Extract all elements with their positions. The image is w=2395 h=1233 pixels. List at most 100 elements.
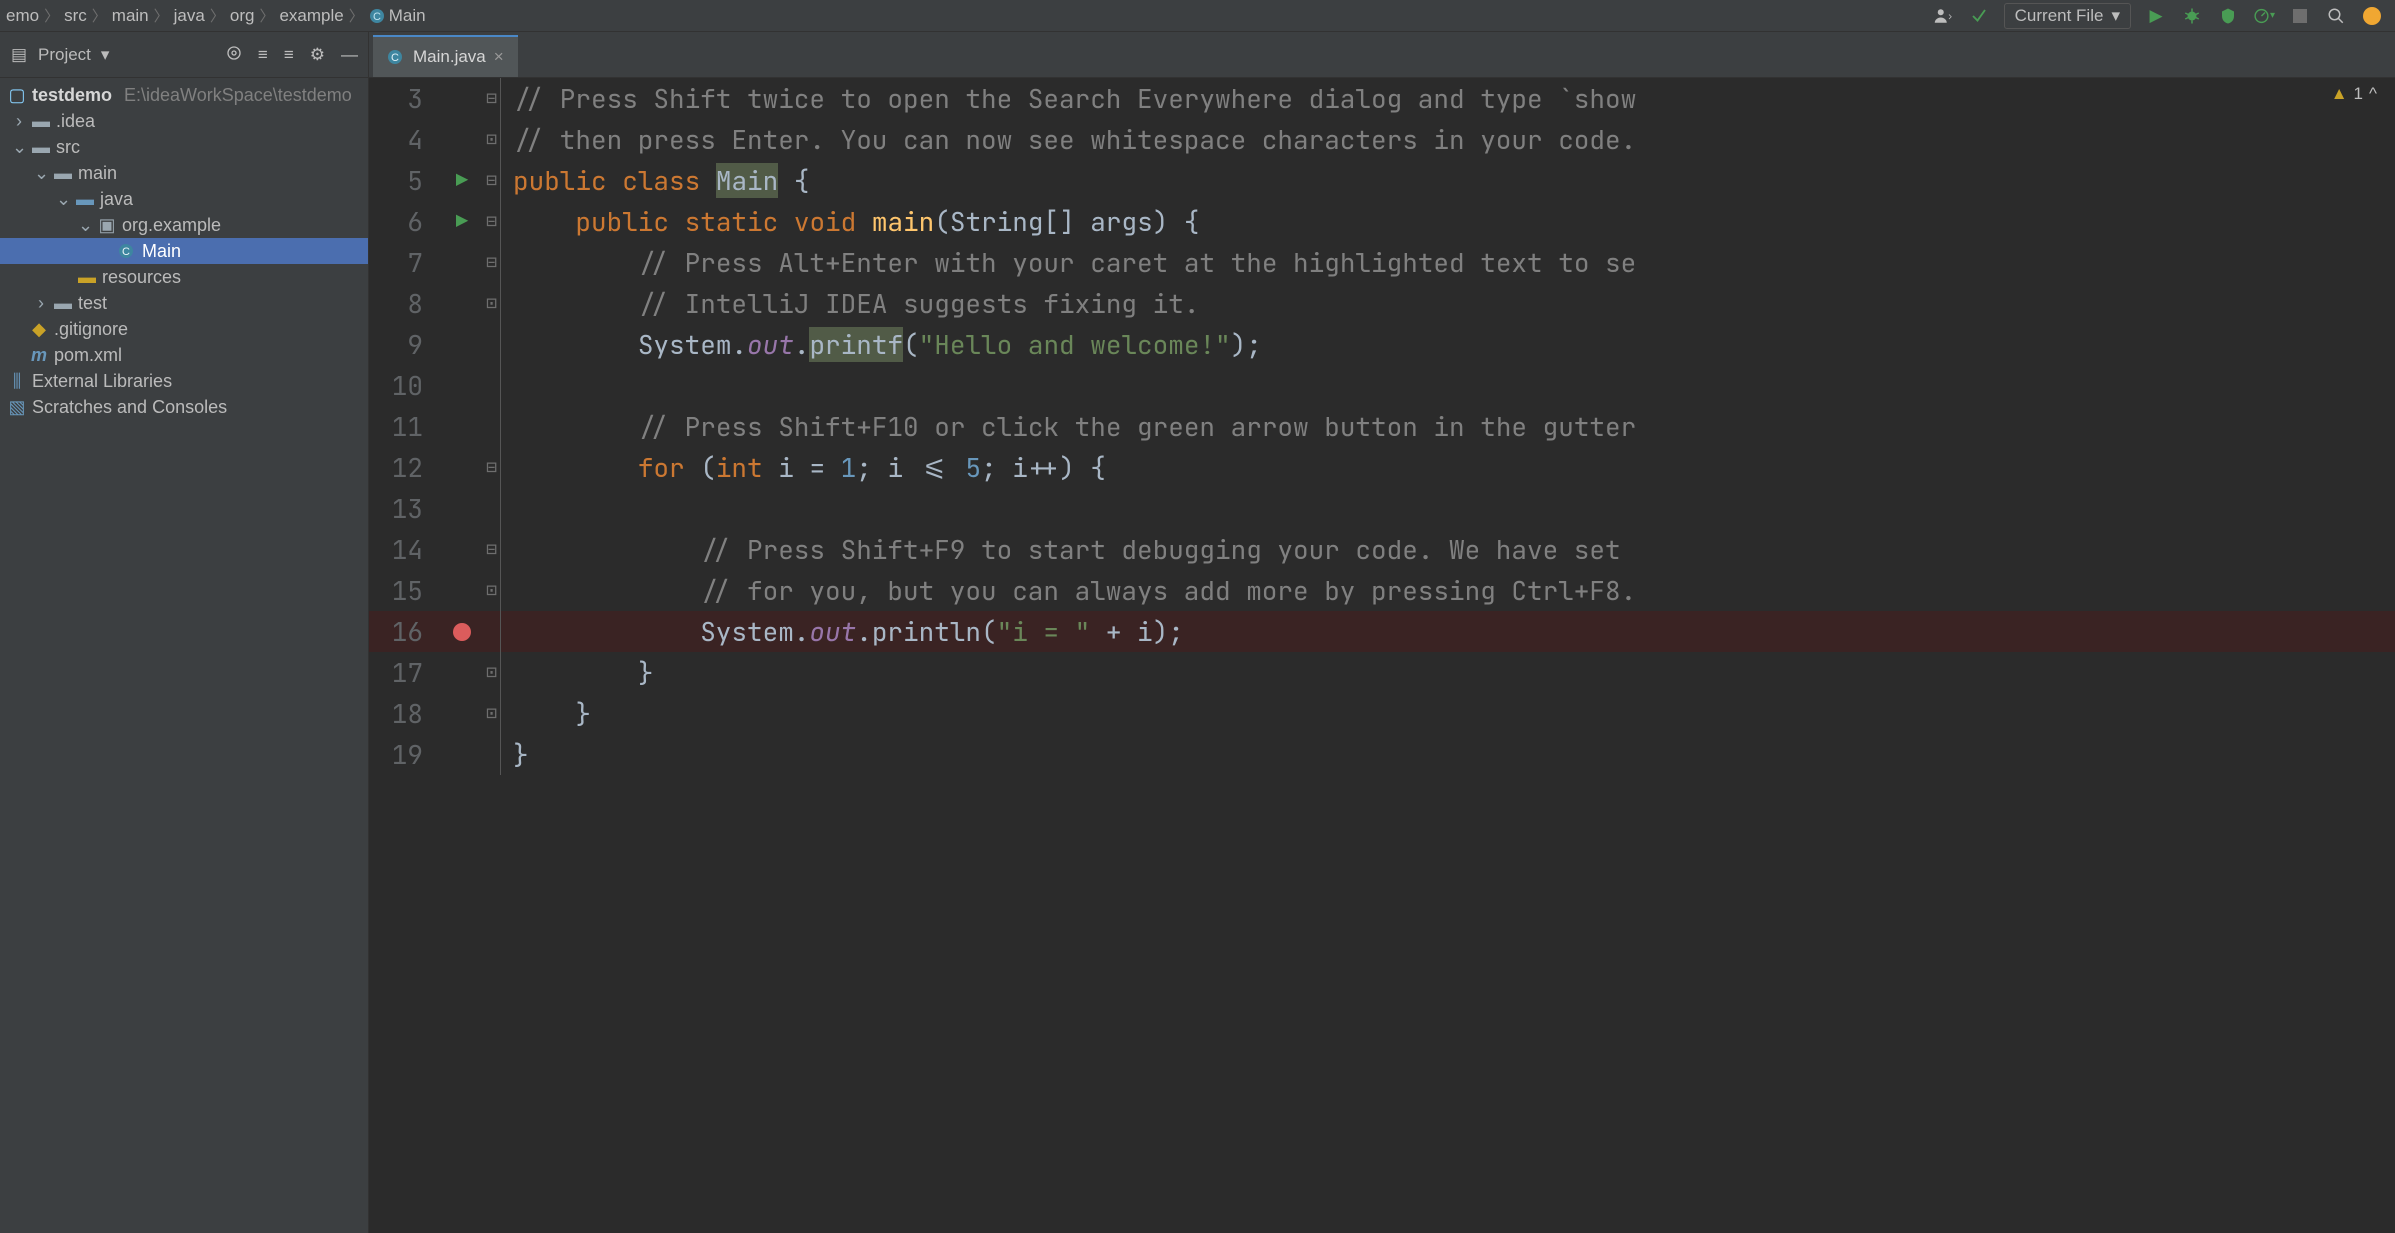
coverage-icon[interactable] <box>2217 5 2239 27</box>
tab-main-java[interactable]: C Main.java × <box>373 35 518 77</box>
tree-idea[interactable]: › ▬ .idea <box>0 108 368 134</box>
breadcrumb-java[interactable]: java <box>174 6 205 26</box>
fold-gutter[interactable]: ⊟ <box>483 529 501 570</box>
tree-gitignore[interactable]: ◆ .gitignore <box>0 316 368 342</box>
line-number[interactable]: 14 <box>369 529 441 570</box>
resources-folder-icon: ▬ <box>78 267 96 288</box>
line-number[interactable]: 6 <box>369 201 441 242</box>
svg-text:C: C <box>373 11 381 23</box>
ide-settings-icon[interactable] <box>2361 5 2383 27</box>
tree-scratches[interactable]: ▧ Scratches and Consoles <box>0 394 368 420</box>
debug-icon[interactable] <box>2181 5 2203 27</box>
fold-gutter[interactable]: ⊟ <box>483 78 501 119</box>
tree-external-libraries[interactable]: ⫼ External Libraries <box>0 368 368 394</box>
chevron-down-icon[interactable]: ▾ <box>101 45 110 65</box>
chevron-down-icon: ▾ <box>2111 6 2120 26</box>
code-comment: // Press Shift+F9 to start debugging you… <box>700 532 1620 567</box>
tree-label: main <box>78 163 117 184</box>
build-icon[interactable] <box>1968 5 1990 27</box>
collapse-icon[interactable]: ⌄ <box>34 163 48 184</box>
line-number[interactable]: 8 <box>369 283 441 324</box>
breadcrumb-project[interactable]: emo <box>6 6 39 26</box>
fold-end-icon[interactable]: ⊡ <box>483 652 501 693</box>
gitignore-icon: ◆ <box>30 319 48 340</box>
tree-project-root[interactable]: ▢ testdemo E:\ideaWorkSpace\testdemo <box>0 82 368 108</box>
code-text: class <box>622 163 700 198</box>
profile-icon[interactable]: ▾ <box>2253 5 2275 27</box>
line-number[interactable]: 5 <box>369 160 441 201</box>
tree-class-main[interactable]: C Main <box>0 238 368 264</box>
breadcrumb-class[interactable]: Main <box>389 6 426 26</box>
fold-start-icon[interactable]: ⊟ <box>483 201 501 242</box>
line-number[interactable]: 3 <box>369 78 441 119</box>
tree-src[interactable]: ⌄ ▬ src <box>0 134 368 160</box>
scratches-icon: ▧ <box>8 397 26 418</box>
breadcrumb-main[interactable]: main <box>112 6 149 26</box>
svg-text:C: C <box>122 246 130 258</box>
code-text: System. <box>700 614 809 649</box>
code-text: .println( <box>856 614 996 649</box>
collapse-all-icon[interactable]: ≡ <box>284 45 294 65</box>
editor-tabs: C Main.java × <box>369 32 2395 78</box>
breakpoint-icon[interactable] <box>453 623 471 641</box>
line-number[interactable]: 7 <box>369 242 441 283</box>
line-number[interactable]: 15 <box>369 570 441 611</box>
line-number[interactable]: 18 <box>369 693 441 734</box>
line-number[interactable]: 9 <box>369 324 441 365</box>
folder-icon: ▬ <box>54 163 72 184</box>
tab-label: Main.java <box>413 47 486 67</box>
line-number[interactable]: 19 <box>369 734 441 775</box>
fold-start-icon[interactable]: ⊟ <box>483 447 501 488</box>
line-number[interactable]: 11 <box>369 406 441 447</box>
line-number[interactable]: 13 <box>369 488 441 529</box>
expand-all-icon[interactable]: ≡ <box>258 45 268 65</box>
code-text: } <box>638 655 654 690</box>
fold-gutter[interactable]: ⊟ <box>483 242 501 283</box>
code-text: 5 <box>965 450 981 485</box>
tree-label: test <box>78 293 107 314</box>
run-gutter-icon[interactable]: ▶ <box>456 201 468 242</box>
line-number[interactable]: 16 <box>369 611 441 652</box>
tree-resources[interactable]: ▬ resources <box>0 264 368 290</box>
tree-package[interactable]: ⌄ ▣ org.example <box>0 212 368 238</box>
expand-icon[interactable]: › <box>12 111 26 132</box>
fold-gutter[interactable]: ⊡ <box>483 283 501 324</box>
chevron-right-icon: 〉 <box>41 5 62 26</box>
line-number[interactable]: 12 <box>369 447 441 488</box>
stop-icon[interactable] <box>2289 5 2311 27</box>
breadcrumb-example[interactable]: example <box>279 6 343 26</box>
project-tree[interactable]: ▢ testdemo E:\ideaWorkSpace\testdemo › ▬… <box>0 78 368 420</box>
chevron-right-icon: 〉 <box>151 5 172 26</box>
search-icon[interactable] <box>2325 5 2347 27</box>
hide-icon[interactable]: — <box>341 45 358 65</box>
line-number[interactable]: 4 <box>369 119 441 160</box>
collapse-icon[interactable]: ⌄ <box>56 189 70 210</box>
user-icon[interactable] <box>1932 5 1954 27</box>
line-number[interactable]: 10 <box>369 365 441 406</box>
code-editor[interactable]: ▲ 1 ^ 3⊟ // Press Shift twice to open th… <box>369 78 2395 1233</box>
tree-java[interactable]: ⌄ ▬ java <box>0 186 368 212</box>
run-config-selector[interactable]: Current File ▾ <box>2004 3 2131 29</box>
tree-pom[interactable]: m pom.xml <box>0 342 368 368</box>
project-title[interactable]: Project <box>38 45 91 65</box>
tree-test[interactable]: › ▬ test <box>0 290 368 316</box>
select-opened-file-icon[interactable] <box>226 45 242 65</box>
fold-start-icon[interactable]: ⊟ <box>483 160 501 201</box>
fold-gutter[interactable]: ⊡ <box>483 570 501 611</box>
collapse-icon[interactable]: ⌄ <box>12 137 26 158</box>
close-icon[interactable]: × <box>494 47 504 67</box>
tree-main[interactable]: ⌄ ▬ main <box>0 160 368 186</box>
svg-text:C: C <box>391 52 399 64</box>
run-gutter-icon[interactable]: ▶ <box>456 160 468 201</box>
code-text: . <box>794 327 810 362</box>
run-icon[interactable]: ▶ <box>2145 5 2167 27</box>
collapse-icon[interactable]: ⌄ <box>78 215 92 236</box>
fold-end-icon[interactable]: ⊡ <box>483 693 501 734</box>
breadcrumb-src[interactable]: src <box>64 6 87 26</box>
breadcrumb-org[interactable]: org <box>230 6 255 26</box>
line-number[interactable]: 17 <box>369 652 441 693</box>
fold-gutter[interactable]: ⊡ <box>483 119 501 160</box>
expand-icon[interactable]: › <box>34 293 48 314</box>
gear-icon[interactable]: ⚙ <box>310 45 325 65</box>
project-path: E:\ideaWorkSpace\testdemo <box>124 85 352 106</box>
